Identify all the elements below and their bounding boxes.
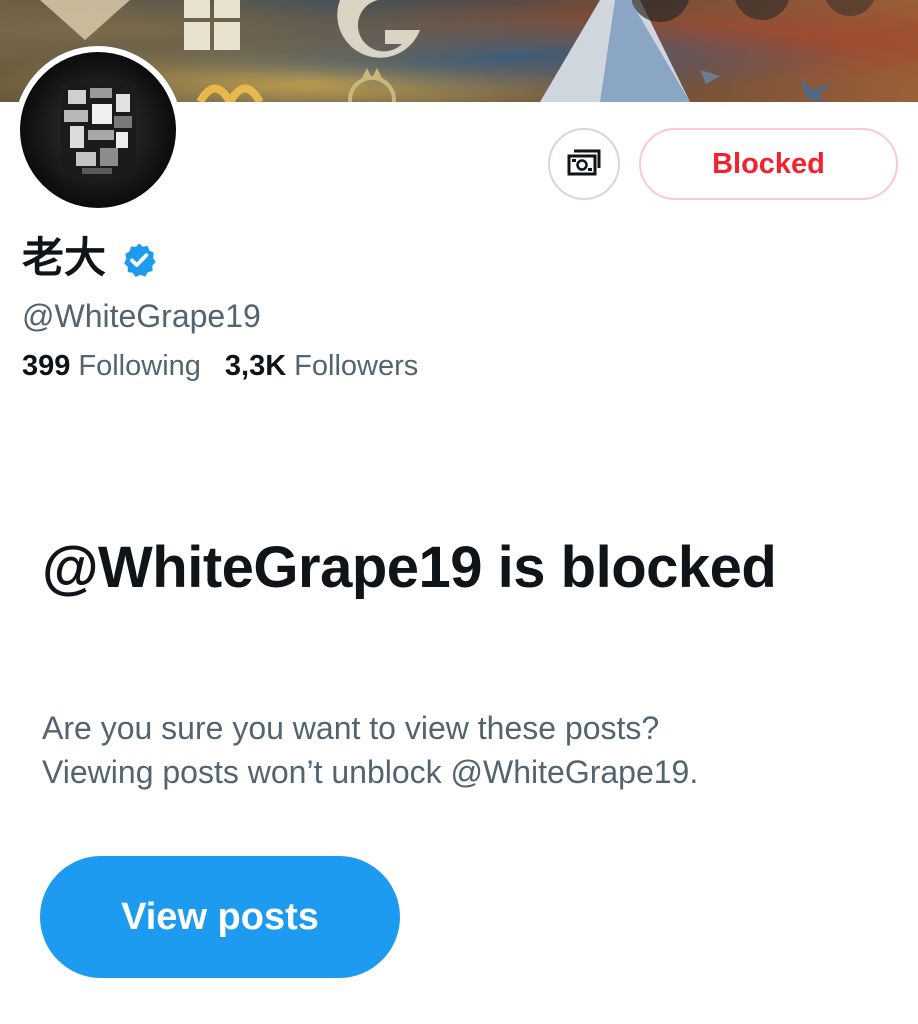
blocked-notice-title: @WhiteGrape19 is blocked bbox=[42, 535, 777, 600]
following-label: Following bbox=[78, 350, 201, 382]
display-name: 老大 bbox=[22, 232, 158, 284]
display-name-text: 老大 bbox=[22, 233, 107, 282]
followers-count: 3,3K bbox=[224, 350, 287, 382]
blocked-notice-line-2: Viewing posts won’t unblock @WhiteGrape1… bbox=[42, 754, 699, 790]
following-link[interactable]: 399 Following bbox=[22, 348, 201, 384]
profile-handle: @WhiteGrape19 bbox=[22, 298, 261, 334]
blocked-notice-line-1: Are you sure you want to view these post… bbox=[42, 710, 660, 746]
follow-stats: 399 Following 3,3K Followers bbox=[22, 348, 418, 384]
avatar[interactable] bbox=[14, 46, 182, 214]
blocked-notice-body: Are you sure you want to view these post… bbox=[42, 706, 862, 794]
view-posts-label: View posts bbox=[121, 895, 319, 938]
following-count: 399 bbox=[22, 350, 71, 382]
profile-page: Blocked 老大 @WhiteGrape19 399 Following 3,… bbox=[0, 0, 918, 1024]
avatar-image bbox=[20, 52, 176, 208]
verified-badge-icon[interactable] bbox=[120, 239, 158, 277]
blocked-button[interactable]: Blocked bbox=[639, 128, 898, 200]
followers-link[interactable]: 3,3K Followers bbox=[225, 348, 418, 384]
money-icon bbox=[566, 147, 602, 182]
view-posts-button[interactable]: View posts bbox=[40, 856, 400, 978]
subscribe-button[interactable] bbox=[548, 128, 620, 200]
followers-label: Followers bbox=[294, 350, 419, 382]
blocked-label: Blocked bbox=[712, 147, 825, 180]
